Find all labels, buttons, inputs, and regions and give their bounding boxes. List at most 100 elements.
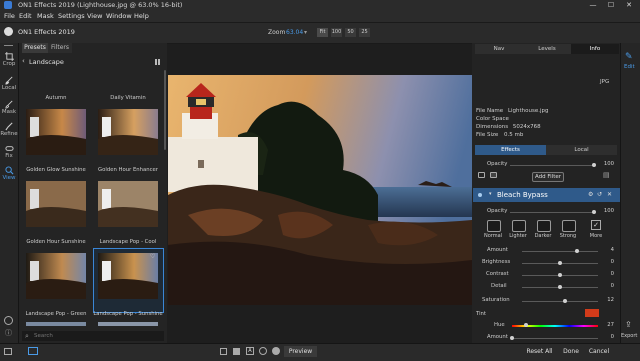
slider-brightness-value[interactable]: 0: [600, 259, 614, 265]
reset-all-button[interactable]: Reset All: [523, 346, 556, 357]
menu-window[interactable]: Window: [106, 12, 132, 20]
slider-saturation-knob[interactable]: [562, 299, 567, 303]
zoom-25-button[interactable]: 25: [359, 28, 370, 37]
preset-thumbnail-selected[interactable]: [98, 253, 158, 299]
slider-saturation-value[interactable]: 12: [600, 297, 614, 303]
hue-value[interactable]: 27: [600, 322, 614, 328]
help-icon[interactable]: [4, 316, 13, 325]
slider-contrast-knob[interactable]: [558, 273, 562, 277]
export-icon[interactable]: ⇪: [625, 320, 632, 329]
tab-nav[interactable]: Nav: [475, 44, 523, 54]
mask-view-icon[interactable]: [259, 347, 267, 355]
edit-module-label[interactable]: Edit: [624, 64, 635, 70]
slider-amount-knob[interactable]: [574, 249, 579, 253]
preset-strong-button[interactable]: [562, 220, 576, 232]
back-chevron-icon[interactable]: ‹: [22, 57, 25, 65]
filter-close-icon[interactable]: ✕: [607, 191, 612, 198]
expand-chevron-icon[interactable]: ▾: [489, 191, 492, 197]
eye-icon[interactable]: [272, 347, 280, 355]
chevron-down-icon[interactable]: ▾: [304, 29, 307, 36]
preset-thumbnail-partial[interactable]: [26, 322, 86, 326]
done-button[interactable]: Done: [560, 346, 582, 357]
minimize-icon[interactable]: —: [584, 0, 602, 10]
tint-amount-value[interactable]: 0: [600, 334, 614, 340]
refine-brush-icon: [4, 122, 13, 131]
menu-view[interactable]: View: [87, 12, 102, 20]
browser-scrollbar[interactable]: [164, 70, 166, 150]
slider-detail-knob[interactable]: [558, 285, 562, 289]
crop-tool[interactable]: Crop: [0, 52, 18, 67]
single-view-icon[interactable]: [233, 348, 240, 355]
menu-edit[interactable]: Edit: [19, 12, 32, 20]
trash-icon[interactable]: [478, 172, 485, 178]
fix-tool[interactable]: Fix: [0, 144, 18, 159]
zoom-fit-button[interactable]: Fit: [317, 28, 328, 37]
favorite-heart-icon[interactable]: ♡: [150, 253, 155, 260]
panel-toggle-icon[interactable]: [4, 348, 12, 355]
menu-settings[interactable]: Settings: [58, 12, 85, 20]
slider-amount-value[interactable]: 4: [600, 247, 614, 253]
preset-thumbnail-partial[interactable]: [98, 322, 158, 326]
view-tool[interactable]: View: [0, 166, 18, 181]
menu-file[interactable]: File: [4, 12, 15, 20]
mask-tool[interactable]: Mask: [0, 100, 18, 115]
zoom-100-button[interactable]: 100: [331, 28, 342, 37]
close-icon[interactable]: ✕: [620, 0, 638, 10]
tab-presets[interactable]: Presets: [22, 43, 48, 53]
tint-amount-track[interactable]: [512, 338, 598, 339]
preset-thumbnail[interactable]: [26, 253, 86, 299]
tab-info[interactable]: Info: [571, 44, 619, 54]
refine-tool[interactable]: Refine: [0, 122, 18, 137]
zoom-50-button[interactable]: 50: [345, 28, 356, 37]
preview-button[interactable]: Preview: [284, 346, 317, 357]
opacity-knob[interactable]: [592, 163, 596, 167]
tab-effects[interactable]: Effects: [475, 145, 546, 155]
slider-contrast-value[interactable]: 0: [600, 271, 614, 277]
filter-opacity-value[interactable]: 100: [600, 208, 614, 214]
search-input[interactable]: [34, 332, 154, 340]
tint-amount-knob[interactable]: [510, 336, 514, 340]
more-presets-icon[interactable]: ✓: [591, 220, 601, 230]
slider-amount-track[interactable]: [522, 251, 598, 252]
preset-thumbnail[interactable]: [26, 109, 86, 155]
edit-module-icon[interactable]: ✎: [625, 52, 633, 62]
filter-opacity-knob[interactable]: [592, 210, 596, 214]
info-icon[interactable]: ⓘ: [4, 329, 13, 338]
cancel-button[interactable]: Cancel: [586, 346, 612, 357]
filter-opacity-track[interactable]: [510, 212, 594, 213]
grid-view-icon[interactable]: [155, 59, 161, 65]
mask-icon[interactable]: [490, 172, 497, 178]
opacity-value[interactable]: 100: [600, 161, 614, 167]
main-image[interactable]: [168, 75, 472, 305]
menu-mask[interactable]: Mask: [37, 12, 54, 20]
preset-thumbnail[interactable]: [26, 181, 86, 227]
maximize-icon[interactable]: ☐: [602, 0, 620, 10]
preset-normal-button[interactable]: [487, 220, 501, 232]
mask-label: Mask: [1, 109, 17, 115]
zoom-value[interactable]: 63.04: [286, 29, 303, 36]
add-filter-button[interactable]: Add Filter: [532, 172, 564, 182]
preset-thumbnail[interactable]: [98, 181, 158, 227]
menu-help[interactable]: Help: [134, 12, 149, 20]
layers-icon[interactable]: ▤: [603, 171, 610, 179]
preset-darker-button[interactable]: [537, 220, 551, 232]
preset-lighter-button[interactable]: [512, 220, 526, 232]
tint-color-swatch[interactable]: [585, 309, 599, 317]
export-label[interactable]: Export: [621, 333, 637, 339]
local-tool[interactable]: Local: [0, 76, 18, 91]
tab-filters[interactable]: Filters: [48, 43, 72, 53]
opacity-track[interactable]: [510, 165, 594, 166]
filter-reset-icon[interactable]: ↺: [597, 191, 602, 198]
filter-visibility-icon[interactable]: [478, 193, 482, 197]
preset-thumbnail[interactable]: [98, 109, 158, 155]
split-view-icon[interactable]: [220, 348, 227, 355]
slider-saturation-track[interactable]: [522, 301, 598, 302]
slider-detail-value[interactable]: 0: [600, 283, 614, 289]
slider-brightness-knob[interactable]: [558, 261, 562, 265]
tab-levels[interactable]: Levels: [523, 44, 571, 54]
text-overlay-icon[interactable]: A: [246, 347, 254, 355]
compare-view-icon[interactable]: [28, 347, 38, 355]
tab-local[interactable]: Local: [546, 145, 617, 155]
filter-settings-icon[interactable]: ⚙: [588, 191, 593, 198]
hue-knob[interactable]: [523, 323, 528, 327]
